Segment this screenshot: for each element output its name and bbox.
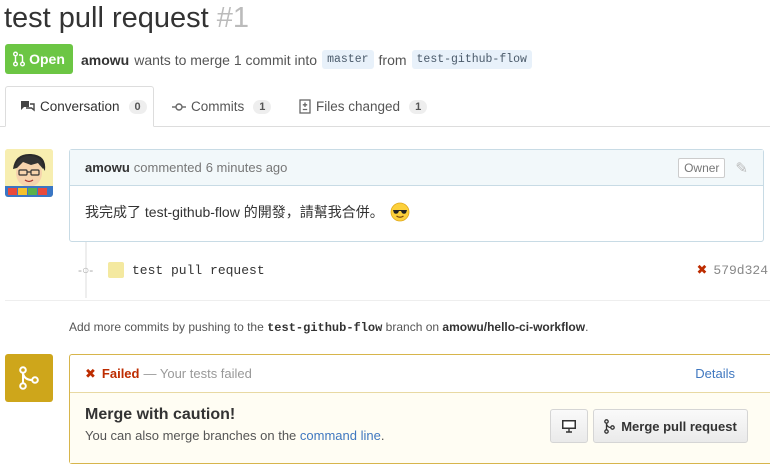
pr-title-text: test pull request [4, 2, 209, 34]
comment-discussion-icon [21, 101, 35, 112]
commit-row: -○- test pull request ✖ 579d324 [78, 258, 768, 282]
timeline-divider [5, 300, 770, 301]
hint-suffix: . [585, 320, 589, 334]
tab-files-changed-label: Files changed [316, 99, 401, 114]
comment-body: 我完成了 test-github-flow 的開發，請幫我合併。 [70, 186, 763, 238]
comment-action: commented [133, 160, 202, 175]
pr-meta-text: wants to merge 1 commit into [134, 51, 318, 68]
comment-text: 我完成了 test-github-flow 的開發，請幫我合併。 [85, 204, 384, 220]
merge-box: ✖ Failed — Your tests failed Details Mer… [69, 354, 770, 464]
avatar[interactable] [5, 149, 53, 197]
commit-icon [172, 102, 186, 111]
hint-middle: branch on [385, 320, 440, 334]
tab-conversation-count: 0 [128, 99, 147, 114]
merge-subtext: You can also merge branches on the comma… [85, 428, 384, 443]
hint-repo: amowu/hello-ci-workflow [442, 320, 586, 334]
commit-message[interactable]: test pull request [132, 263, 265, 278]
git-merge-icon [19, 366, 39, 390]
commit-avatar[interactable] [108, 262, 124, 278]
pr-number: #1 [216, 2, 250, 34]
comment-author[interactable]: amowu [85, 160, 130, 175]
state-label: Open [29, 51, 65, 67]
comment-header: amowu commented 6 minutes ago Owner ✎ [70, 150, 763, 186]
head-branch: test-github-flow [411, 50, 532, 69]
pr-meta-from: from [378, 51, 407, 68]
owner-badge: Owner [678, 157, 726, 178]
merge-pull-request-button[interactable]: Merge pull request [593, 409, 748, 443]
base-branch: master [322, 50, 374, 69]
file-diff-icon [299, 99, 311, 114]
details-link[interactable]: Details [695, 366, 735, 381]
hint-branch: test-github-flow [267, 321, 383, 335]
merge-sub-prefix: You can also merge branches on the [85, 428, 297, 443]
push-hint: Add more commits by pushing to the test-… [69, 320, 588, 335]
command-line-link[interactable]: command line [300, 428, 381, 443]
tab-conversation-label: Conversation [40, 99, 120, 114]
tab-conversation[interactable]: Conversation 0 [5, 86, 154, 127]
comment-card: amowu commented 6 minutes ago Owner ✎ 我完… [69, 149, 764, 242]
open-state-badge: Open [5, 44, 73, 74]
git-merge-icon [604, 418, 616, 434]
commit-failed-icon[interactable]: ✖ [696, 262, 707, 278]
commit-dot-icon: -○- [78, 263, 94, 277]
avatar-image [5, 149, 53, 197]
failed-x-icon: ✖ [85, 365, 96, 381]
tab-commits[interactable]: Commits 1 [172, 86, 272, 127]
pull-request-icon [13, 51, 26, 67]
hint-prefix: Add more commits by pushing to the [69, 320, 264, 334]
pencil-icon[interactable]: ✎ [735, 159, 748, 177]
ci-status-detail: — Your tests failed [143, 366, 252, 381]
merge-heading: Merge with caution! [85, 406, 236, 423]
tab-files-changed[interactable]: Files changed 1 [299, 86, 428, 127]
merge-sub-suffix: . [380, 428, 385, 443]
ci-status-row: ✖ Failed — Your tests failed Details [70, 355, 770, 393]
ci-status-label: Failed [101, 366, 140, 381]
desktop-icon [562, 420, 576, 433]
pr-meta: amowu wants to merge 1 commit into maste… [81, 50, 532, 69]
pr-title: test pull request #1 [4, 0, 249, 36]
merge-status-icon-box [5, 354, 53, 402]
commit-sha[interactable]: 579d324 [713, 263, 768, 278]
comment-time[interactable]: 6 minutes ago [206, 160, 288, 175]
open-in-desktop-button[interactable] [550, 409, 588, 443]
pr-author[interactable]: amowu [81, 52, 129, 68]
tab-commits-count: 1 [253, 99, 272, 114]
tab-commits-label: Commits [191, 99, 245, 114]
sunglasses-emoji-icon [390, 202, 410, 222]
merge-body: Merge with caution! You can also merge b… [70, 393, 770, 463]
tab-files-changed-count: 1 [409, 99, 428, 114]
merge-button-label: Merge pull request [621, 418, 737, 434]
